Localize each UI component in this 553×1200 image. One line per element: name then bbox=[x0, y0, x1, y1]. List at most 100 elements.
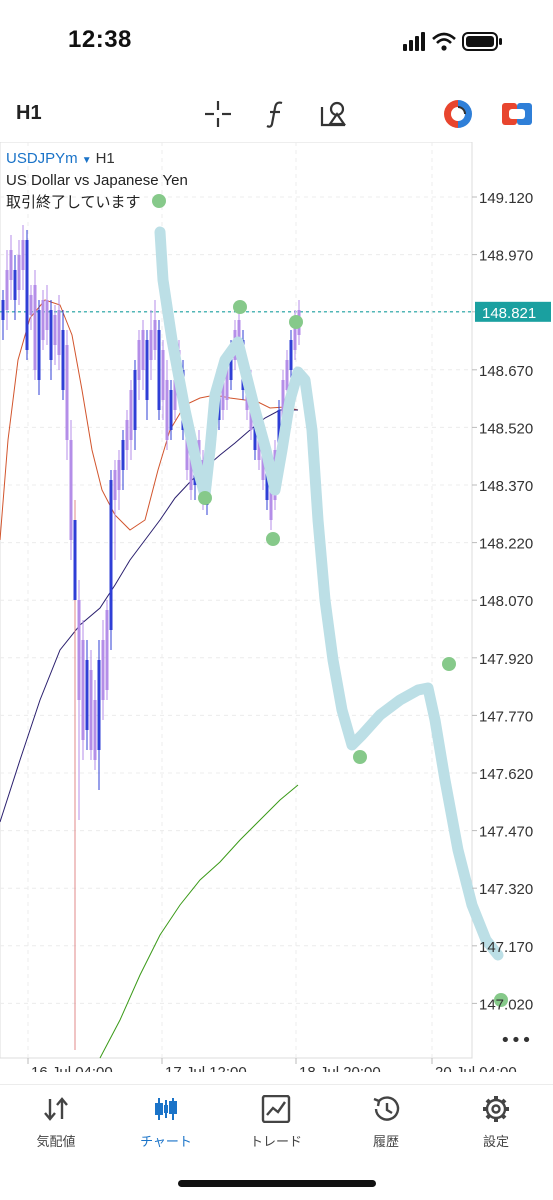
wifi-icon bbox=[432, 32, 456, 51]
nav-history[interactable]: 履歴 bbox=[346, 1095, 426, 1150]
more-options-icon[interactable]: ••• bbox=[500, 1030, 532, 1051]
candle-body bbox=[81, 640, 85, 740]
candle-body bbox=[153, 320, 157, 350]
drawing-marker bbox=[266, 532, 280, 546]
symbol-timeframe: H1 bbox=[95, 150, 115, 167]
candle-body bbox=[157, 330, 161, 410]
nav-settings-label: 設定 bbox=[482, 1135, 509, 1150]
candle-body bbox=[117, 460, 121, 490]
nav-quotes[interactable]: 気配値 bbox=[16, 1095, 96, 1150]
price-label: 147.620 bbox=[479, 766, 533, 783]
price-label: 147.770 bbox=[479, 708, 533, 725]
symbol-dropdown-icon[interactable]: ▼ bbox=[82, 155, 92, 166]
account-icon[interactable] bbox=[499, 96, 535, 132]
candle-body bbox=[77, 600, 81, 700]
candle-body bbox=[37, 310, 41, 380]
candle-body bbox=[289, 340, 293, 370]
candle-body bbox=[1, 300, 5, 320]
candle-body bbox=[89, 670, 93, 750]
price-label: 148.670 bbox=[479, 363, 533, 380]
candle-body bbox=[65, 345, 69, 440]
candle-body bbox=[93, 700, 97, 760]
candle-body bbox=[57, 310, 61, 355]
nav-history-label: 履歴 bbox=[372, 1135, 399, 1150]
candle-body bbox=[169, 390, 173, 430]
price-label: 147.020 bbox=[479, 996, 533, 1013]
price-label: 148.070 bbox=[479, 593, 533, 610]
price-label: 148.970 bbox=[479, 248, 533, 265]
price-label: 147.320 bbox=[479, 881, 533, 898]
status-icons bbox=[403, 30, 513, 54]
candle-body bbox=[85, 660, 89, 730]
chart-icon bbox=[155, 1098, 177, 1120]
candle-body bbox=[121, 440, 125, 470]
drawing-marker bbox=[442, 657, 456, 671]
time-label: 17 Jul 12:00 bbox=[165, 1064, 247, 1072]
candle-body bbox=[33, 285, 37, 370]
candle-body bbox=[25, 240, 29, 350]
quotes-icon bbox=[44, 1097, 68, 1121]
candle-body bbox=[165, 380, 169, 440]
price-label: 147.920 bbox=[479, 651, 533, 668]
timeframe-button[interactable]: H1 bbox=[16, 102, 42, 125]
history-icon bbox=[373, 1096, 400, 1121]
candle-body bbox=[105, 610, 109, 690]
candle-body bbox=[9, 250, 13, 280]
candle-body bbox=[145, 340, 149, 400]
ma-slow-line bbox=[99, 784, 299, 1059]
symbol-description: US Dollar vs Japanese Yen bbox=[6, 172, 188, 189]
bottom-navigation: 気配値 チャート トレード 履歴 設定 bbox=[0, 1084, 553, 1165]
candle-body bbox=[137, 340, 141, 380]
candle-body bbox=[161, 350, 165, 400]
objects-icon[interactable] bbox=[316, 96, 352, 132]
candle-body bbox=[125, 420, 129, 450]
settings-icon bbox=[483, 1096, 509, 1122]
ma-mid-line bbox=[0, 409, 298, 823]
trade-icon[interactable] bbox=[440, 96, 476, 132]
nav-trade[interactable]: トレード bbox=[236, 1094, 316, 1150]
price-chart[interactable]: 149.120 148.970 148.821 148.670 148.520 148.3… bbox=[0, 142, 553, 1072]
battery-icon bbox=[462, 32, 502, 51]
candle-body bbox=[17, 255, 21, 290]
market-status: 取引終了しています bbox=[6, 193, 141, 211]
candle-body bbox=[141, 330, 145, 370]
candle-body bbox=[21, 240, 25, 270]
signal-icon bbox=[403, 32, 425, 51]
drawing-marker bbox=[233, 300, 247, 314]
candle-body bbox=[133, 370, 137, 430]
drawing-marker bbox=[198, 491, 212, 505]
candle-body bbox=[69, 440, 73, 540]
drawing-marker bbox=[353, 750, 367, 764]
nav-quotes-label: 気配値 bbox=[36, 1135, 76, 1150]
time-label: 20 Jul 04:00 bbox=[435, 1064, 517, 1072]
crosshair-icon[interactable] bbox=[200, 96, 236, 132]
function-icon[interactable] bbox=[258, 96, 294, 132]
candle-body bbox=[49, 310, 53, 360]
nav-chart-label: チャート bbox=[140, 1135, 192, 1150]
chart-toolbar: H1 bbox=[0, 90, 553, 138]
drawing-marker bbox=[152, 194, 166, 208]
candle-body bbox=[53, 315, 57, 345]
candle-body bbox=[73, 520, 77, 600]
candle-body bbox=[129, 390, 133, 440]
nav-chart[interactable]: チャート bbox=[126, 1095, 206, 1150]
time-label: 18 Jul 20:00 bbox=[299, 1064, 381, 1072]
nav-trade-label: トレード bbox=[249, 1135, 302, 1150]
symbol-name[interactable]: USDJPYm bbox=[6, 150, 78, 167]
trade-chart-icon bbox=[261, 1094, 291, 1124]
nav-settings[interactable]: 設定 bbox=[456, 1095, 536, 1150]
price-label: 147.170 bbox=[479, 939, 533, 956]
candle-body bbox=[5, 270, 9, 310]
drawing-marker bbox=[289, 315, 303, 329]
candle-body bbox=[61, 330, 65, 390]
home-indicator bbox=[178, 1180, 376, 1187]
candle-body bbox=[113, 470, 117, 500]
chart-symbol-header[interactable]: USDJPYm ▼ H1 bbox=[6, 150, 115, 167]
status-bar: 12:38 bbox=[0, 0, 553, 80]
status-time: 12:38 bbox=[68, 26, 132, 53]
time-label: 16 Jul 04:00 bbox=[31, 1064, 113, 1072]
price-label: 149.120 bbox=[479, 190, 533, 207]
candle-body bbox=[45, 300, 49, 330]
candle-body bbox=[13, 270, 17, 300]
candle-body bbox=[109, 480, 113, 630]
